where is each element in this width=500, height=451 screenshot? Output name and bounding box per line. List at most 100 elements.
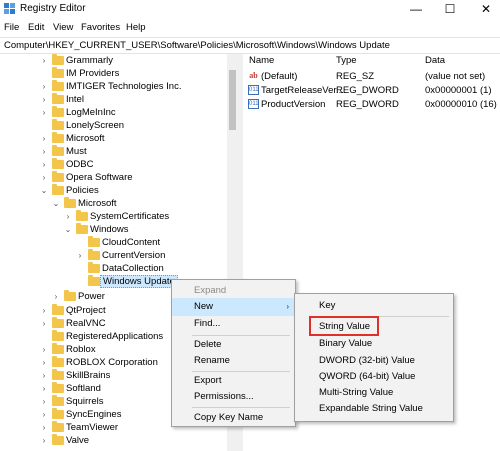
address-bar[interactable]: Computer\HKEY_CURRENT_USER\Software\Poli… [0, 37, 500, 54]
menu-edit[interactable]: Edit [28, 22, 44, 33]
tree-item-valve[interactable]: › Valve [0, 434, 227, 447]
chevron-right-icon[interactable]: › [40, 356, 48, 369]
menu-item-copy-key-name[interactable]: Copy Key Name [172, 409, 295, 427]
context-menu: Expand New › Find... Delete Rename Expor… [171, 279, 296, 427]
tree-item-systemcertificates[interactable]: › SystemCertificates [0, 210, 227, 223]
annotation-highlight-box [309, 316, 379, 336]
binary-value-icon: 011 [248, 85, 259, 95]
menu-item-label: Expandable String Value [319, 403, 423, 414]
value-type: REG_DWORD [336, 99, 399, 110]
column-header-type[interactable]: Type [336, 54, 357, 68]
tree-item-opera-software[interactable]: › Opera Software [0, 171, 227, 184]
column-header-data[interactable]: Data [425, 54, 445, 68]
tree-item-label: Squirrels [66, 396, 104, 407]
chevron-right-icon[interactable]: › [40, 54, 48, 67]
chevron-right-icon[interactable]: › [40, 145, 48, 158]
tree-item-label: LonelyScreen [66, 120, 125, 131]
chevron-right-icon[interactable]: › [40, 343, 48, 356]
chevron-right-icon[interactable]: › [76, 249, 84, 262]
address-path[interactable]: Computer\HKEY_CURRENT_USER\Software\Poli… [4, 40, 390, 51]
tree-item-imtiger[interactable]: › IMTIGER Technologies Inc. [0, 80, 227, 93]
tree-item-label: Policies [66, 185, 99, 196]
tree-item-grammarly[interactable]: › Grammarly [0, 54, 227, 67]
menu-item-find[interactable]: Find... [172, 315, 295, 333]
value-row[interactable]: ab (Default) REG_SZ (value not set) [243, 69, 500, 84]
tree-item-label: SystemCertificates [90, 211, 170, 222]
chevron-right-icon[interactable]: › [40, 132, 48, 145]
tree-item-policies-microsoft[interactable]: ⌄ Microsoft [0, 197, 227, 210]
value-data: (value not set) [425, 71, 486, 82]
menu-view[interactable]: View [53, 22, 73, 33]
folder-icon [52, 421, 64, 432]
chevron-right-icon[interactable]: › [40, 93, 48, 106]
value-row[interactable]: 011 TargetReleaseVer... REG_DWORD 0x0000… [243, 83, 500, 98]
submenu-item-expandable-string-value[interactable]: Expandable String Value [295, 400, 453, 418]
tree-item-logmeininc[interactable]: › LogMeInInc [0, 106, 227, 119]
folder-icon [52, 408, 64, 419]
menu-item-new[interactable]: New › [172, 298, 295, 316]
menu-file[interactable]: File [4, 22, 19, 33]
menu-favorites[interactable]: Favorites [81, 22, 120, 33]
chevron-right-icon[interactable]: › [40, 106, 48, 119]
chevron-right-icon[interactable]: › [40, 408, 48, 421]
tree-item-label: Must [66, 146, 87, 157]
tree-item-label: RegisteredApplications [66, 331, 164, 342]
menu-item-label: New [194, 301, 214, 312]
tree-item-label: Roblox [66, 344, 96, 355]
folder-icon [52, 145, 64, 156]
tree-item-must[interactable]: › Must [0, 145, 227, 158]
chevron-right-icon[interactable]: › [40, 421, 48, 434]
minimize-button[interactable]: — [404, 0, 428, 19]
menu-help[interactable]: Help [126, 22, 146, 33]
tree-item-cloudcontent[interactable]: CloudContent [0, 236, 227, 249]
menu-item-permissions[interactable]: Permissions... [172, 388, 295, 406]
window-title: Registry Editor [20, 3, 86, 14]
chevron-right-icon[interactable]: › [40, 80, 48, 93]
folder-icon [52, 119, 64, 130]
chevron-right-icon[interactable]: › [40, 382, 48, 395]
menu-item-rename[interactable]: Rename [172, 352, 295, 370]
chevron-right-icon[interactable]: › [40, 434, 48, 447]
tree-item-policies[interactable]: ⌄ Policies [0, 184, 227, 197]
scrollbar-thumb[interactable] [229, 70, 236, 130]
chevron-right-icon[interactable]: › [40, 158, 48, 171]
tree-item-lonelyscreen[interactable]: LonelyScreen [0, 119, 227, 132]
maximize-button[interactable]: ☐ [438, 0, 462, 19]
tree-item-im-providers[interactable]: IM Providers [0, 67, 227, 80]
folder-icon [52, 67, 64, 78]
chevron-right-icon[interactable]: › [40, 171, 48, 184]
folder-open-icon [52, 184, 64, 195]
close-button[interactable]: ✕ [474, 0, 498, 19]
folder-icon [52, 304, 64, 315]
tree-item-label: DataCollection [102, 263, 164, 274]
tree-item-label: Valve [66, 435, 90, 446]
value-row[interactable]: 011 ProductVersion REG_DWORD 0x00000010 … [243, 97, 500, 112]
chevron-right-icon: › [286, 302, 289, 311]
chevron-down-icon[interactable]: ⌄ [64, 223, 72, 236]
chevron-down-icon[interactable]: ⌄ [52, 197, 60, 210]
chevron-right-icon[interactable]: › [40, 395, 48, 408]
tree-item-label: Power [78, 291, 105, 302]
chevron-down-icon[interactable]: ⌄ [40, 184, 48, 197]
folder-open-icon [76, 223, 88, 234]
folder-icon [76, 210, 88, 221]
submenu-item-key[interactable]: Key [295, 297, 453, 315]
submenu-item-binary-value[interactable]: Binary Value [295, 335, 453, 353]
tree-item-datacollection[interactable]: DataCollection [0, 262, 227, 275]
chevron-right-icon[interactable]: › [64, 210, 72, 223]
tree-item-microsoft[interactable]: › Microsoft [0, 132, 227, 145]
value-name: TargetReleaseVer... [261, 85, 344, 96]
chevron-right-icon[interactable]: › [52, 290, 60, 303]
tree-item-intel[interactable]: › Intel [0, 93, 227, 106]
menu-item-label: Rename [194, 355, 230, 366]
menu-item-label: Binary Value [319, 338, 373, 349]
value-name: (Default) [261, 71, 298, 82]
chevron-right-icon[interactable]: › [40, 304, 48, 317]
chevron-right-icon[interactable]: › [40, 369, 48, 382]
folder-icon [52, 356, 64, 367]
tree-item-odbc[interactable]: › ODBC [0, 158, 227, 171]
chevron-right-icon[interactable]: › [40, 317, 48, 330]
column-header-name[interactable]: Name [249, 54, 274, 68]
tree-item-windows[interactable]: ⌄ Windows [0, 223, 227, 236]
tree-item-currentversion[interactable]: › CurrentVersion [0, 249, 227, 262]
